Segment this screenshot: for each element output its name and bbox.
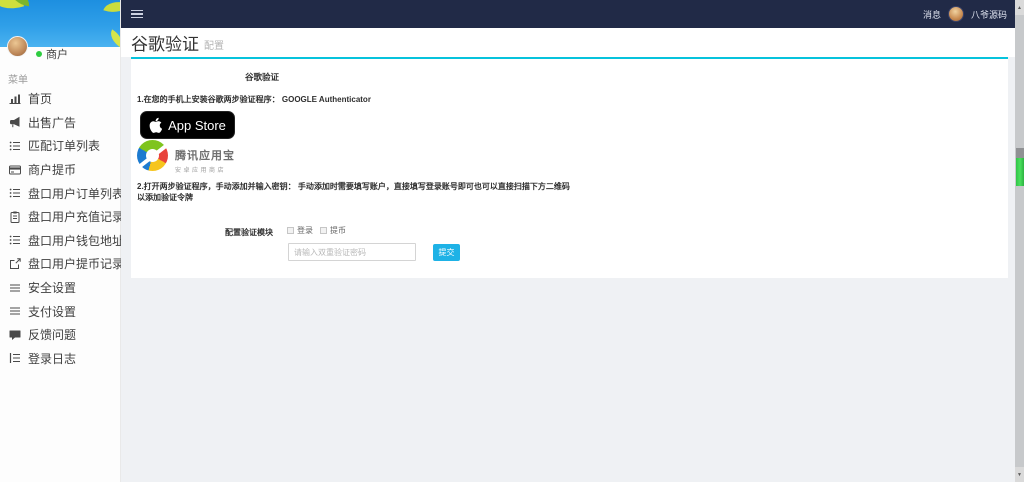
two-factor-password-input[interactable] xyxy=(288,243,416,261)
sidebar-item-label: 登录日志 xyxy=(28,350,76,367)
card-icon xyxy=(9,164,21,176)
sidebar-item-label: 盘口用户充值记录 xyxy=(28,208,124,225)
login-checkbox-label[interactable]: 登录 xyxy=(297,225,313,236)
online-status-dot xyxy=(36,51,42,57)
app-store-badge[interactable]: App Store xyxy=(140,111,235,139)
messages-link[interactable]: 消息 xyxy=(923,8,941,21)
sidebar-item-user-withdrawals[interactable]: 盘口用户提币记录 xyxy=(0,252,120,276)
page-subtitle: 配置 xyxy=(204,37,224,52)
hamburger-icon[interactable] xyxy=(131,8,143,21)
topbar-right: 消息 八爷源码 xyxy=(923,6,1015,22)
card-heading: 谷歌验证 xyxy=(245,71,279,83)
sidebar-item-label: 商户提币 xyxy=(28,161,76,178)
module-checkbox-group: 登录 提币 xyxy=(287,225,353,236)
sidebar-item-label: 盘口用户钱包地址 xyxy=(28,232,124,249)
withdraw-checkbox-label[interactable]: 提币 xyxy=(330,225,346,236)
topbar: 消息 八爷源码 xyxy=(121,0,1015,28)
sidebar: 商户 菜单 首页 出售广告 匹配订单列表 商户提币 盘口用户订单列表 盘口用户充… xyxy=(0,0,121,482)
page-title: 谷歌验证 xyxy=(131,30,199,55)
merchant-avatar[interactable] xyxy=(7,36,28,57)
sidebar-item-security-settings[interactable]: 安全设置 xyxy=(0,276,120,300)
sidebar-item-payment-settings[interactable]: 支付设置 xyxy=(0,299,120,323)
leaf-decoration xyxy=(106,29,120,47)
sidebar-item-sell-ads[interactable]: 出售广告 xyxy=(0,111,120,135)
menu-section-title: 菜单 xyxy=(8,71,28,86)
external-link-icon xyxy=(9,258,21,270)
sidebar-item-user-orders[interactable]: 盘口用户订单列表 xyxy=(0,181,120,205)
megaphone-icon xyxy=(9,116,21,128)
sidebar-item-home[interactable]: 首页 xyxy=(0,87,120,111)
step1-text: 1.在您的手机上安装谷歌两步验证程序： GOOGLE Authenticator xyxy=(137,94,371,105)
step2-text: 2.打开两步验证程序，手动添加并输入密钥： 手动添加时需要填写账户，直接填写登录… xyxy=(137,181,575,203)
lines-icon xyxy=(9,305,21,317)
login-checkbox[interactable] xyxy=(287,227,294,234)
scroll-down-button[interactable]: ▼ xyxy=(1015,467,1024,482)
lines-icon xyxy=(9,282,21,294)
withdraw-checkbox[interactable] xyxy=(320,227,327,234)
merchant-role: 商户 xyxy=(36,46,68,62)
google-auth-card: 谷歌验证 1.在您的手机上安装谷歌两步验证程序： GOOGLE Authenti… xyxy=(131,57,1008,278)
sidebar-menu: 首页 出售广告 匹配订单列表 商户提币 盘口用户订单列表 盘口用户充值记录 盘口… xyxy=(0,87,120,370)
scrollbar[interactable]: ▲ ▼ xyxy=(1015,0,1024,482)
list-icon xyxy=(9,234,21,246)
chart-icon xyxy=(9,93,21,105)
sidebar-item-user-wallets[interactable]: 盘口用户钱包地址 xyxy=(0,229,120,253)
sidebar-item-label: 出售广告 xyxy=(28,114,76,131)
main-content: 谷歌验证 1.在您的手机上安装谷歌两步验证程序： GOOGLE Authenti… xyxy=(121,57,1015,482)
app-store-label: App Store xyxy=(168,118,226,133)
tencent-myapp-tagline: 安卓应用商店 xyxy=(175,165,235,174)
submit-button[interactable]: 提交 xyxy=(433,244,460,261)
sidebar-item-merchant-withdraw[interactable]: 商户提币 xyxy=(0,158,120,182)
sidebar-item-feedback[interactable]: 反馈问题 xyxy=(0,323,120,347)
page-header: 谷歌验证 配置 xyxy=(121,28,1015,57)
user-avatar[interactable] xyxy=(948,6,964,22)
sidebar-item-label: 盘口用户订单列表 xyxy=(28,185,124,202)
comment-icon xyxy=(9,329,21,341)
list-icon xyxy=(9,140,21,152)
log-icon xyxy=(9,352,21,364)
module-config-label: 配置验证模块 xyxy=(181,227,273,238)
clipboard-icon xyxy=(9,211,21,223)
sidebar-item-label: 反馈问题 xyxy=(28,326,76,343)
tencent-myapp-name: 腾讯应用宝 xyxy=(175,147,235,163)
sidebar-item-match-orders[interactable]: 匹配订单列表 xyxy=(0,134,120,158)
apple-icon xyxy=(149,117,162,133)
tencent-myapp-icon xyxy=(137,140,168,171)
sidebar-item-label: 盘口用户提币记录 xyxy=(28,255,124,272)
scroll-up-button[interactable]: ▲ xyxy=(1015,0,1024,15)
leaf-decoration xyxy=(103,0,120,17)
merchant-role-label: 商户 xyxy=(46,46,68,62)
sidebar-item-label: 安全设置 xyxy=(28,279,76,296)
tencent-myapp-badge[interactable]: 腾讯应用宝 安卓应用商店 xyxy=(137,140,235,174)
sidebar-item-label: 支付设置 xyxy=(28,303,76,320)
sidebar-item-login-logs[interactable]: 登录日志 xyxy=(0,347,120,371)
sidebar-item-user-deposits[interactable]: 盘口用户充值记录 xyxy=(0,205,120,229)
sidebar-item-label: 匹配订单列表 xyxy=(28,137,100,154)
sidebar-item-label: 首页 xyxy=(28,90,52,107)
scrollbar-thumb[interactable] xyxy=(1016,148,1024,186)
list-icon xyxy=(9,187,21,199)
username-link[interactable]: 八爷源码 xyxy=(971,8,1007,21)
